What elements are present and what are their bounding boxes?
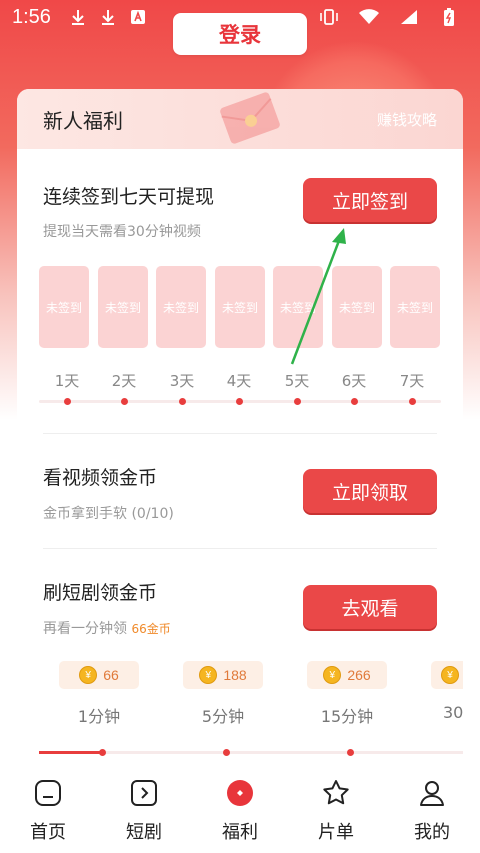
red-envelope-icon: [220, 92, 280, 144]
drama-subtitle: 再看一分钟领 66金币: [43, 618, 171, 638]
coin-icon: ¥: [199, 666, 218, 684]
drama-rewards: ¥ 66 ¥ 188 ¥ 266 ¥ 1分钟 5分钟 15分钟 30: [17, 661, 463, 731]
reward-dot-2: [223, 749, 230, 756]
nav-home[interactable]: 首页: [0, 770, 96, 853]
battery-icon: [438, 6, 460, 28]
drama-progress-track: [39, 749, 463, 756]
nav-short-drama-label: 短剧: [126, 822, 162, 843]
signal-icon: [398, 6, 420, 28]
card-title: 新人福利: [43, 108, 123, 133]
video-title: 看视频领金币: [43, 467, 158, 489]
section-divider: [43, 548, 437, 549]
day-7-dot: [409, 398, 416, 405]
day-4-label: 4天: [226, 372, 252, 390]
reward-chip-1: ¥ 66: [59, 661, 139, 689]
gift-icon: [223, 776, 257, 810]
app-notification-icon: [127, 6, 149, 28]
vibrate-icon: [318, 6, 340, 28]
day-4-box: 未签到: [215, 266, 265, 348]
nav-benefits[interactable]: 福利: [192, 770, 288, 853]
day-5-label: 5天: [284, 372, 310, 390]
new-user-benefits-card: 新人福利 赚钱攻略 连续签到七天可提现 提现当天需看30分钟视频 立即签到 未签…: [17, 89, 463, 769]
reward-label-3: 15分钟: [320, 707, 374, 726]
claim-video-reward-button[interactable]: 立即领取: [303, 469, 437, 513]
home-icon: [31, 776, 65, 810]
nav-profile-label: 我的: [414, 822, 450, 843]
download-icon: [67, 6, 89, 28]
day-7-label: 7天: [399, 372, 425, 390]
drama-progress-fill: [39, 751, 101, 754]
nav-benefits-label: 福利: [222, 822, 258, 843]
day-6-box: 未签到: [332, 266, 382, 348]
card-header: 新人福利 赚钱攻略: [17, 89, 463, 149]
video-subtitle: 金币拿到手软 (0/10): [43, 506, 174, 522]
download-icon: [97, 6, 119, 28]
day-6-label: 6天: [341, 372, 367, 390]
drama-title: 刷短剧领金币: [43, 582, 158, 604]
coin-icon: ¥: [441, 666, 459, 684]
reward-chip-3: ¥ 266: [307, 661, 387, 689]
coin-icon: ¥: [79, 666, 98, 684]
day-1-label: 1天: [54, 372, 80, 390]
day-7-box: 未签到: [390, 266, 440, 348]
checkin-progress-track: [39, 398, 441, 405]
nav-playlist-label: 片单: [318, 822, 354, 843]
day-3-box: 未签到: [156, 266, 206, 348]
nav-playlist[interactable]: 片单: [288, 770, 384, 853]
checkin-title: 连续签到七天可提现: [43, 186, 215, 208]
watch-drama-button[interactable]: 去观看: [303, 585, 437, 629]
nav-profile[interactable]: 我的: [384, 770, 480, 853]
reward-dot-1: [99, 749, 106, 756]
day-5-dot: [294, 398, 301, 405]
reward-coins-3: 266: [347, 667, 371, 683]
play-icon: [127, 776, 161, 810]
section-divider: [43, 433, 437, 434]
coin-icon: ¥: [323, 666, 342, 684]
checkin-days: 未签到 未签到 未签到 未签到 未签到 未签到 未签到: [39, 266, 449, 348]
reward-chip-4: ¥: [431, 661, 463, 689]
day-3-dot: [179, 398, 186, 405]
reward-coins-2: 188: [223, 667, 247, 683]
user-icon: [415, 776, 449, 810]
status-time: 1:56: [12, 5, 51, 28]
day-1-box: 未签到: [39, 266, 89, 348]
checkin-button[interactable]: 立即签到: [303, 178, 437, 222]
bottom-nav: 首页 短剧 福利 片单 我的: [0, 770, 480, 853]
checkin-subtitle: 提现当天需看30分钟视频: [43, 224, 201, 240]
day-6-dot: [351, 398, 358, 405]
day-1-dot: [64, 398, 71, 405]
day-2-dot: [121, 398, 128, 405]
day-2-label: 2天: [111, 372, 137, 390]
reward-chip-2: ¥ 188: [183, 661, 263, 689]
reward-label-4: 30: [443, 703, 463, 722]
day-4-dot: [236, 398, 243, 405]
reward-coins-1: 66: [103, 667, 119, 683]
drama-subtitle-coins: 66金币: [131, 622, 171, 636]
day-5-box: 未签到: [273, 266, 323, 348]
day-3-label: 3天: [169, 372, 195, 390]
login-button[interactable]: 登录: [173, 13, 307, 55]
reward-label-2: 5分钟: [201, 707, 245, 726]
wifi-icon: [358, 6, 380, 28]
day-2-box: 未签到: [98, 266, 148, 348]
reward-label-1: 1分钟: [77, 707, 121, 726]
reward-dot-3: [347, 749, 354, 756]
nav-home-label: 首页: [30, 822, 66, 843]
star-icon: [319, 776, 353, 810]
earning-guide-link[interactable]: 赚钱攻略: [377, 109, 437, 130]
drama-subtitle-text: 再看一分钟领: [43, 621, 132, 637]
nav-short-drama[interactable]: 短剧: [96, 770, 192, 853]
